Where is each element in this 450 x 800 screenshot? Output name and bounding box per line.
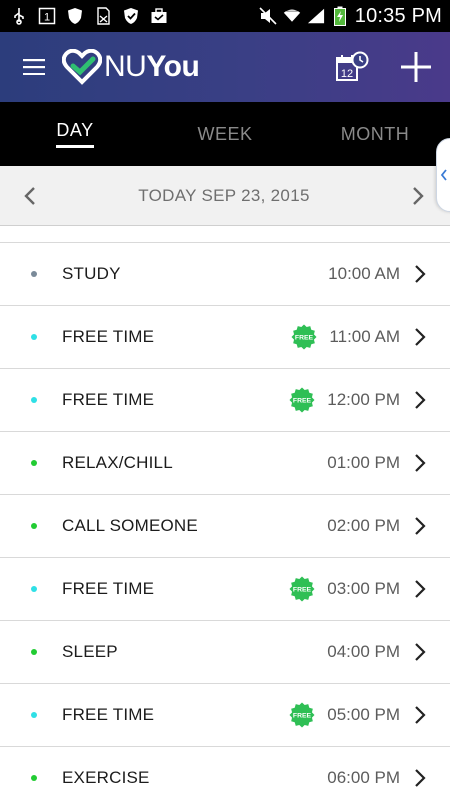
chevron-right-icon: [414, 579, 428, 599]
free-badge-text: FREE: [293, 398, 312, 405]
chevron-left-small-icon: [440, 169, 447, 181]
logo-text: NUYou: [104, 50, 200, 84]
category-dot: [31, 586, 37, 592]
usb-icon: [10, 7, 28, 25]
schedule-time: 02:00 PM: [327, 516, 400, 535]
briefcase-icon: [150, 7, 168, 25]
schedule-title: EXERCISE: [62, 768, 150, 787]
shield-check-icon: [122, 7, 140, 25]
notification-1-icon: 1: [38, 7, 56, 25]
wifi-icon: [283, 7, 301, 25]
mute-icon: [259, 7, 277, 25]
tab-day[interactable]: DAY: [0, 102, 150, 166]
chevron-right-icon: [414, 516, 428, 536]
free-badge-text: FREE: [293, 587, 312, 594]
view-tabs: DAY WEEK MONTH: [0, 102, 450, 166]
logo-text-you: You: [146, 50, 200, 83]
date-navigator: TODAY SEP 23, 2015: [0, 166, 450, 226]
schedule-title: SLEEP: [62, 642, 118, 661]
category-dot: [31, 397, 37, 403]
schedule-time: 05:00 PM: [327, 705, 400, 724]
schedule-row[interactable]: STUDY 10:00 AM: [0, 243, 450, 306]
schedule-row[interactable]: RELAX/CHILL 01:00 PM: [0, 432, 450, 495]
schedule-time: 03:00 PM: [327, 579, 400, 598]
category-dot: [31, 523, 37, 529]
schedule-title: RELAX/CHILL: [62, 453, 173, 472]
chevron-right-icon: [414, 390, 428, 410]
shield-icon: [66, 7, 84, 25]
schedule-title: FREE TIME: [62, 390, 155, 409]
battery-charging-icon: [331, 6, 349, 26]
schedule-row[interactable]: SLEEP 04:00 PM: [0, 621, 450, 684]
schedule-time: 06:00 PM: [327, 768, 400, 787]
calendar-clock-icon: 12: [336, 51, 369, 81]
plus-icon: [401, 52, 431, 82]
current-date-label: TODAY SEP 23, 2015: [138, 185, 310, 205]
side-drawer-handle[interactable]: [436, 138, 450, 212]
notification-count: 1: [44, 12, 50, 24]
category-dot: [31, 271, 37, 277]
schedule-list: STUDY 10:00 AM FREE TIME FREE 11:00 AM FREE T…: [0, 242, 450, 800]
schedule-title: FREE TIME: [62, 327, 155, 346]
menu-button[interactable]: [12, 45, 56, 89]
schedule-title: FREE TIME: [62, 579, 155, 598]
schedule-time: 12:00 PM: [327, 390, 400, 409]
schedule-row[interactable]: CALL SOMEONE 02:00 PM: [0, 495, 450, 558]
free-badge-icon: FREE: [289, 702, 315, 728]
category-dot: [31, 712, 37, 718]
schedule-row[interactable]: FREE TIME FREE 03:00 PM: [0, 558, 450, 621]
no-sim-icon: [94, 7, 112, 25]
app-bar: NUYou 12: [0, 32, 450, 102]
chevron-right-icon: [414, 453, 428, 473]
calendar-button[interactable]: 12: [332, 47, 372, 87]
free-badge-text: FREE: [295, 335, 314, 342]
free-badge-text: FREE: [293, 713, 312, 720]
schedule-row[interactable]: FREE TIME FREE 12:00 PM: [0, 369, 450, 432]
hamburger-menu-icon: [23, 59, 45, 75]
status-bar: 1 10:35 PM: [0, 0, 450, 32]
chevron-right-icon: [414, 768, 428, 788]
tab-week[interactable]: WEEK: [150, 102, 300, 166]
free-badge-icon: FREE: [289, 576, 315, 602]
tab-month-label: MONTH: [340, 123, 410, 144]
chevron-right-icon: [413, 186, 424, 205]
chevron-right-icon: [414, 705, 428, 725]
chevron-right-icon: [414, 642, 428, 662]
tab-month[interactable]: MONTH: [300, 102, 450, 166]
nuyou-logo: NUYou: [62, 49, 200, 85]
status-time: 10:35 PM: [354, 4, 442, 27]
signal-icon: [307, 7, 325, 25]
schedule-row[interactable]: FREE TIME FREE 11:00 AM: [0, 306, 450, 369]
previous-day-button[interactable]: [10, 166, 50, 226]
schedule-time: 10:00 AM: [328, 264, 400, 283]
chevron-right-icon: [414, 264, 428, 284]
free-badge-icon: FREE: [291, 324, 317, 350]
logo-text-nu: NU: [104, 50, 147, 83]
category-dot: [31, 334, 37, 340]
next-day-button[interactable]: [398, 166, 438, 226]
schedule-title: CALL SOMEONE: [62, 516, 198, 535]
heart-check-logo-icon: [62, 49, 102, 85]
category-dot: [31, 460, 37, 466]
schedule-row[interactable]: FREE TIME FREE 05:00 PM: [0, 684, 450, 747]
free-badge-icon: FREE: [289, 387, 315, 413]
schedule-time: 01:00 PM: [327, 453, 400, 472]
category-dot: [31, 775, 37, 781]
tab-week-label: WEEK: [197, 123, 253, 144]
schedule-title: STUDY: [62, 264, 121, 283]
schedule-row[interactable]: EXERCISE 06:00 PM: [0, 747, 450, 800]
category-dot: [31, 649, 37, 655]
chevron-left-icon: [24, 186, 35, 205]
tab-day-label: DAY: [56, 120, 94, 148]
chevron-right-icon: [414, 327, 428, 347]
schedule-time: 04:00 PM: [327, 642, 400, 661]
schedule-title: FREE TIME: [62, 705, 155, 724]
schedule-time: 11:00 AM: [329, 327, 400, 346]
calendar-day-number: 12: [341, 68, 353, 80]
add-event-button[interactable]: [396, 47, 436, 87]
